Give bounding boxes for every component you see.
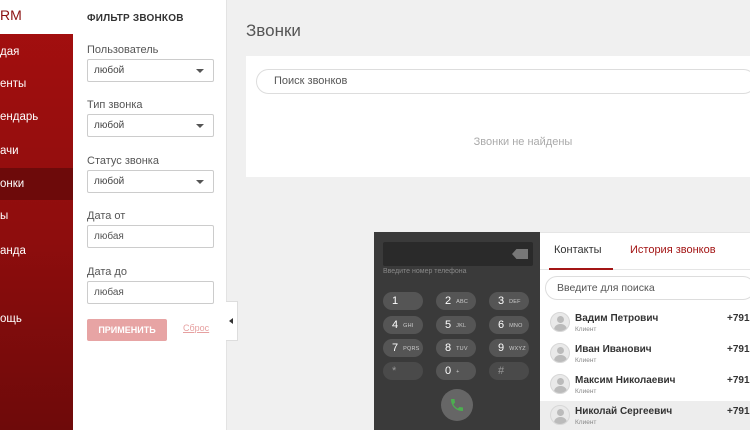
contact-row[interactable]: Вадим Петрович Клиент +791 <box>540 308 750 338</box>
contact-role: Клиент <box>575 326 597 333</box>
apply-filter-button[interactable]: ПРИМЕНИТЬ <box>87 319 167 341</box>
chevron-left-icon <box>229 318 233 324</box>
dial-key-8[interactable]: 8 TUV <box>436 339 476 357</box>
call-status-label: Статус звонка <box>87 155 159 167</box>
dial-key-7[interactable]: 7 PQRS <box>383 339 423 357</box>
contacts-panel: Контакты История звонков Введите для пои… <box>540 232 750 430</box>
sidebar-item-tasks-list[interactable]: дая <box>0 36 73 68</box>
contact-name: Николай Сергеевич <box>575 406 673 417</box>
dial-key-4[interactable]: 4 GHI <box>383 316 423 334</box>
page-title: Звонки <box>246 21 301 40</box>
date-from-label: Дата от <box>87 210 126 222</box>
contact-phone: +791 <box>727 375 750 386</box>
call-button[interactable] <box>441 389 473 421</box>
contact-name: Иван Иванович <box>575 344 652 355</box>
contact-phone: +791 <box>727 344 750 355</box>
active-tab-indicator <box>549 268 613 270</box>
chevron-down-icon <box>196 69 204 73</box>
sidebar-item-team[interactable]: анда <box>0 235 73 267</box>
backspace-icon[interactable] <box>512 249 528 259</box>
date-from-input[interactable]: любая <box>87 225 214 248</box>
calls-card: Поиск звонков Звонки не найдены <box>246 56 750 177</box>
avatar-icon <box>550 405 570 425</box>
contact-name: Максим Николаевич <box>575 375 676 386</box>
user-filter-select[interactable]: любой <box>87 59 214 82</box>
chevron-down-icon <box>196 180 204 184</box>
user-filter-value: любой <box>94 65 125 76</box>
contact-role: Клиент <box>575 388 597 395</box>
dial-key-2[interactable]: 2 ABC <box>436 292 476 310</box>
sidebar-item-calls[interactable]: онки <box>0 168 73 200</box>
sidebar: RM дая енты ендарь ачи онки ы анда ощь <box>0 0 73 430</box>
call-type-value: любой <box>94 120 125 131</box>
tab-call-history[interactable]: История звонков <box>630 244 716 256</box>
phone-input-hint: Введите номер телефона <box>383 268 467 275</box>
contact-role: Клиент <box>575 419 597 426</box>
contact-row[interactable]: Иван Иванович Клиент +791 <box>540 339 750 369</box>
sidebar-item-clients[interactable]: енты <box>0 68 73 100</box>
contact-phone: +791 <box>727 313 750 324</box>
call-status-value: любой <box>94 176 125 187</box>
calls-search-input[interactable]: Поиск звонков <box>256 69 750 94</box>
sidebar-item-calendar[interactable]: ендарь <box>0 101 73 133</box>
dial-key-9[interactable]: 9 WXYZ <box>489 339 529 357</box>
avatar-icon <box>550 312 570 332</box>
contacts-search-input[interactable]: Введите для поиска <box>545 276 750 300</box>
dial-key-0[interactable]: 0 + <box>436 362 476 380</box>
date-to-label: Дата до <box>87 266 127 278</box>
contact-phone: +791 <box>727 406 750 417</box>
call-status-select[interactable]: любой <box>87 170 214 193</box>
dial-key-hash[interactable]: # <box>489 362 529 380</box>
call-type-label: Тип звонка <box>87 99 143 111</box>
date-to-input[interactable]: любая <box>87 281 214 304</box>
tab-contacts[interactable]: Контакты <box>554 244 602 256</box>
contact-role: Клиент <box>575 357 597 364</box>
dial-key-5[interactable]: 5 JKL <box>436 316 476 334</box>
phone-number-display[interactable] <box>383 242 533 266</box>
sidebar-item-other[interactable]: ы <box>0 200 73 232</box>
dial-key-6[interactable]: 6 MNO <box>489 316 529 334</box>
dialpad: Введите номер телефона 1 2 ABC 3 DEF 4 GHI … <box>374 232 540 430</box>
chevron-down-icon <box>196 124 204 128</box>
sidebar-item-tasks[interactable]: ачи <box>0 135 73 167</box>
reset-filter-link[interactable]: Сброс <box>183 323 209 333</box>
contact-name: Вадим Петрович <box>575 313 659 324</box>
avatar-icon <box>550 343 570 363</box>
contact-row[interactable]: Максим Николаевич Клиент +791 <box>540 370 750 400</box>
phone-icon <box>451 399 463 411</box>
dial-key-3[interactable]: 3 DEF <box>489 292 529 310</box>
filter-title: ФИЛЬТР ЗВОНКОВ <box>87 13 184 24</box>
dial-key-1[interactable]: 1 <box>383 292 423 310</box>
avatar-icon <box>550 374 570 394</box>
calls-filter-panel: ФИЛЬТР ЗВОНКОВ Пользователь любой Тип зв… <box>73 0 227 430</box>
phone-widget: Введите номер телефона 1 2 ABC 3 DEF 4 GHI … <box>374 232 750 430</box>
call-type-select[interactable]: любой <box>87 114 214 137</box>
sidebar-item-help[interactable]: ощь <box>0 303 73 335</box>
user-filter-label: Пользователь <box>87 44 159 56</box>
empty-state-message: Звонки не найдены <box>473 136 573 148</box>
collapse-filter-toggle[interactable] <box>226 301 238 341</box>
brand-logo: RM <box>0 0 73 34</box>
contact-row[interactable]: Николай Сергеевич Клиент +791 <box>540 401 750 430</box>
dial-key-star[interactable]: * <box>383 362 423 380</box>
